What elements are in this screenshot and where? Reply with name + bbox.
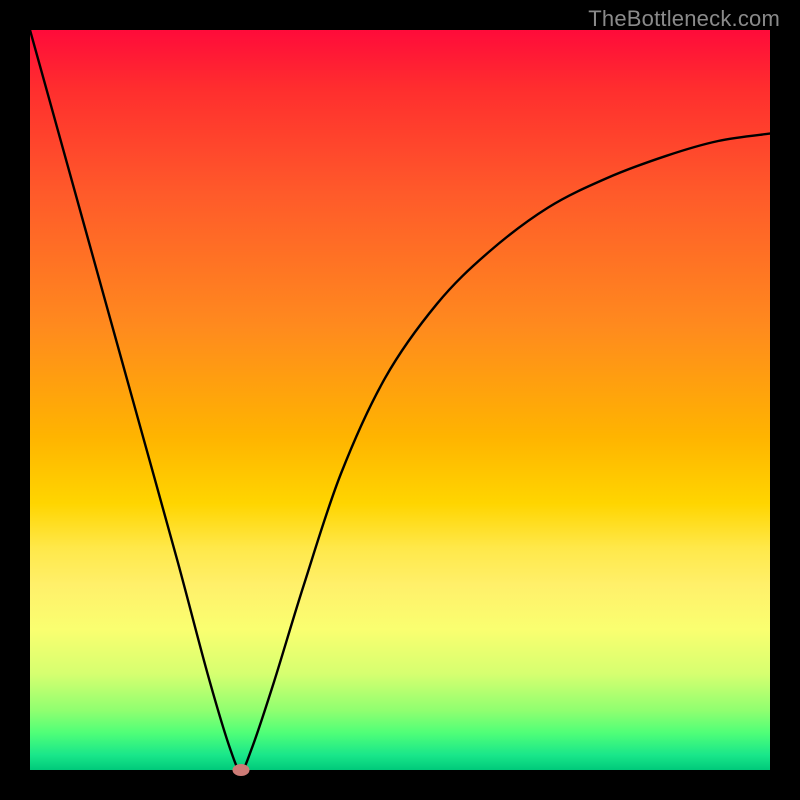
curve-path <box>30 30 770 770</box>
chart-frame: TheBottleneck.com <box>0 0 800 800</box>
minimum-marker <box>232 764 249 776</box>
bottleneck-curve <box>30 30 770 770</box>
watermark-text: TheBottleneck.com <box>588 6 780 32</box>
plot-area <box>30 30 770 770</box>
